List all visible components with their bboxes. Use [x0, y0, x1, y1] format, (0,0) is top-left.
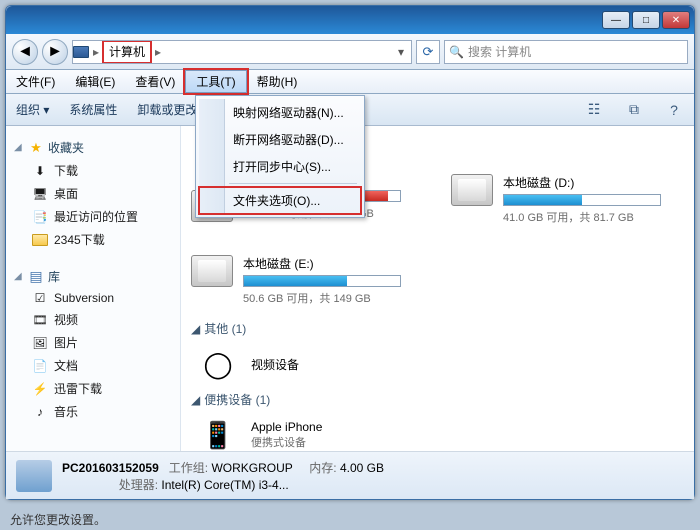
menu-tools[interactable]: 工具(T) — [185, 70, 246, 93]
item-sub: 便携式设备 — [251, 434, 322, 450]
menu-edit[interactable]: 编辑(E) — [65, 70, 125, 93]
phone-icon: 📱 — [197, 416, 239, 451]
library-icon: ▤ — [28, 270, 44, 284]
help-icon[interactable]: ? — [664, 102, 684, 118]
sidebar-item-2345[interactable]: 2345下载 — [10, 228, 176, 251]
svn-icon: ☑ — [32, 291, 48, 305]
menu-folder-options[interactable]: 文件夹选项(O)... — [199, 187, 361, 214]
picture-icon: 🖼 — [32, 336, 48, 350]
drive-sub: 41.0 GB 可用，共 81.7 GB — [503, 209, 661, 225]
menu-separator — [229, 183, 357, 184]
thunder-icon: ⚡ — [32, 382, 48, 396]
properties-button[interactable]: 系统属性 — [69, 101, 117, 118]
computer-icon — [73, 46, 89, 58]
star-icon: ★ — [28, 141, 44, 155]
crumb-sep: ▸ — [89, 45, 103, 59]
drive-label: 本地磁盘 (E:) — [243, 255, 401, 272]
forward-button[interactable]: ► — [42, 39, 68, 65]
menu-view[interactable]: 查看(V) — [125, 70, 185, 93]
titlebar: — □ ✕ — [6, 6, 694, 34]
section-portable[interactable]: ◢便携设备 (1) — [191, 391, 684, 408]
pc-name: PC201603152059 — [62, 461, 159, 475]
sidebar-item-downloads[interactable]: ⬇下载 — [10, 159, 176, 182]
tools-dropdown: 映射网络驱动器(N)... 断开网络驱动器(D)... 打开同步中心(S)...… — [195, 95, 365, 218]
item-iphone[interactable]: 📱 Apple iPhone 便携式设备 — [197, 416, 684, 451]
section-other[interactable]: ◢其他 (1) — [191, 320, 684, 337]
maximize-button[interactable]: □ — [632, 11, 660, 29]
folder-icon — [32, 234, 48, 246]
usage-bar — [503, 194, 661, 206]
music-icon: ♪ — [32, 405, 48, 419]
menu-file[interactable]: 文件(F) — [6, 70, 65, 93]
drive-icon — [451, 174, 493, 206]
desktop-icon: 🖥 — [32, 187, 48, 201]
menu-map-drive[interactable]: 映射网络驱动器(N)... — [199, 99, 361, 126]
history-dropdown[interactable]: ▾ — [391, 45, 411, 59]
usage-bar — [243, 275, 401, 287]
back-button[interactable]: ◄ — [12, 39, 38, 65]
menu-disconnect-drive[interactable]: 断开网络驱动器(D)... — [199, 126, 361, 153]
sidebar-item-video[interactable]: 🎞视频 — [10, 308, 176, 331]
refresh-button[interactable]: ⟳ — [416, 40, 440, 64]
drive-label: 本地磁盘 (D:) — [503, 174, 661, 191]
computer-large-icon — [16, 460, 52, 492]
sidebar-item-thunder[interactable]: ⚡迅雷下载 — [10, 377, 176, 400]
drive-sub: 50.6 GB 可用，共 149 GB — [243, 290, 401, 306]
sidebar-favorites[interactable]: ◢★收藏夹 — [10, 136, 176, 159]
preview-pane-icon[interactable]: ⧉ — [624, 102, 644, 118]
crumb-sep-2: ▸ — [151, 45, 165, 59]
organize-button[interactable]: 组织 ▾ — [16, 101, 49, 118]
search-icon: 🔍 — [449, 45, 464, 59]
sidebar-item-pictures[interactable]: 🖼图片 — [10, 331, 176, 354]
explorer-window: — □ ✕ ◄ ► ▸ 计算机 ▸ ▾ ⟳ 🔍 搜索 计算机 文件(F) 编辑(… — [5, 5, 695, 500]
nav-pane: ◢★收藏夹 ⬇下载 🖥桌面 📑最近访问的位置 2345下载 ◢▤库 ☑Subve… — [6, 126, 181, 451]
sidebar-item-documents[interactable]: 📄文档 — [10, 354, 176, 377]
document-icon: 📄 — [32, 359, 48, 373]
caption-buttons: — □ ✕ — [602, 11, 690, 29]
minimize-button[interactable]: — — [602, 11, 630, 29]
sidebar-item-music[interactable]: ♪音乐 — [10, 400, 176, 423]
breadcrumb[interactable]: ▸ 计算机 ▸ ▾ — [72, 40, 412, 64]
sidebar-item-desktop[interactable]: 🖥桌面 — [10, 182, 176, 205]
recent-icon: 📑 — [32, 210, 48, 224]
nav-bar: ◄ ► ▸ 计算机 ▸ ▾ ⟳ 🔍 搜索 计算机 — [6, 34, 694, 70]
search-placeholder: 搜索 计算机 — [468, 43, 531, 60]
close-button[interactable]: ✕ — [662, 11, 690, 29]
download-icon: ⬇ — [32, 164, 48, 178]
drive-e[interactable]: 本地磁盘 (E:) 50.6 GB 可用，共 149 GB — [191, 255, 401, 306]
sidebar-library[interactable]: ◢▤库 — [10, 265, 176, 288]
menu-help[interactable]: 帮助(H) — [247, 70, 308, 93]
drive-icon — [191, 255, 233, 287]
crumb-computer[interactable]: 计算机 — [103, 41, 151, 63]
item-label: Apple iPhone — [251, 420, 322, 434]
menu-bar: 文件(F) 编辑(E) 查看(V) 工具(T) 帮助(H) — [6, 70, 694, 94]
drive-d[interactable]: 本地磁盘 (D:) 41.0 GB 可用，共 81.7 GB — [451, 174, 661, 225]
menu-sync-center[interactable]: 打开同步中心(S)... — [199, 153, 361, 180]
status-bar: 允许您更改设置。 — [10, 511, 106, 528]
view-layout-icon[interactable]: ☷ — [584, 102, 604, 118]
search-input[interactable]: 🔍 搜索 计算机 — [444, 40, 688, 64]
sidebar-item-svn[interactable]: ☑Subversion — [10, 288, 176, 308]
sidebar-item-recent[interactable]: 📑最近访问的位置 — [10, 205, 176, 228]
webcam-icon: ◯ — [197, 345, 239, 383]
video-icon: 🎞 — [32, 313, 48, 327]
item-label: 视频设备 — [251, 356, 299, 373]
details-pane: PC201603152059 工作组: WORKGROUP 内存: 4.00 G… — [6, 451, 694, 499]
item-webcam[interactable]: ◯ 视频设备 — [197, 345, 684, 383]
